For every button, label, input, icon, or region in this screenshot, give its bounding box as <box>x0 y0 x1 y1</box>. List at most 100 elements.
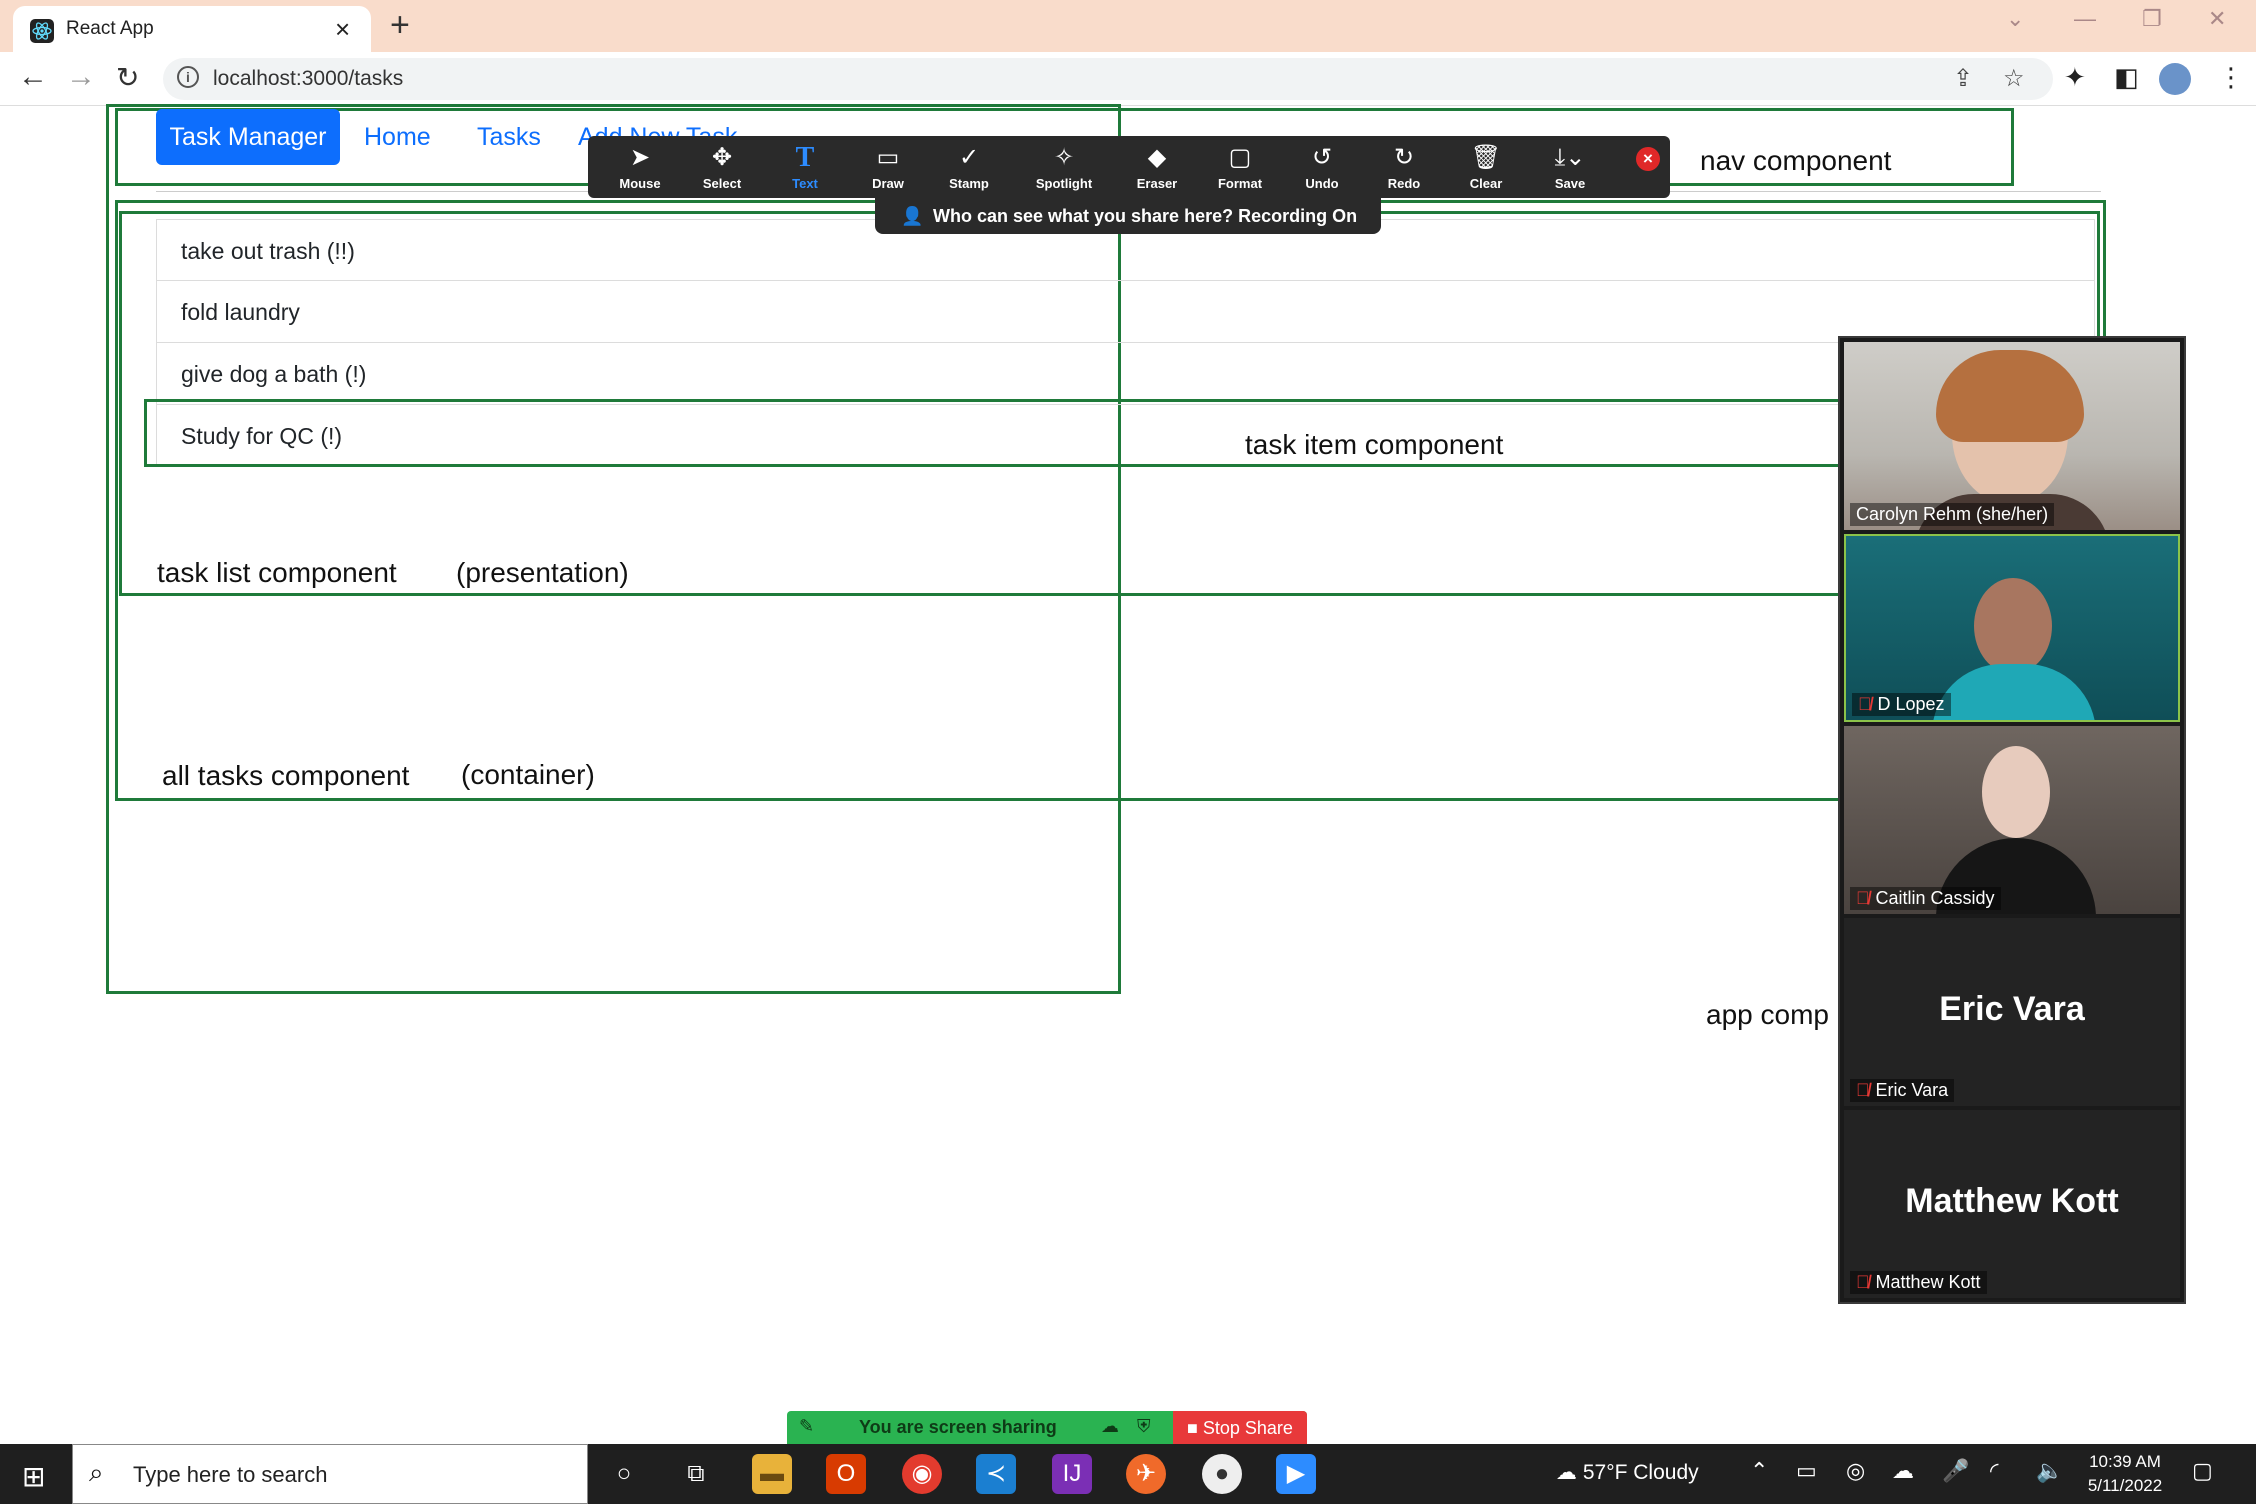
address-bar[interactable]: i localhost:3000/tasks ⇪ ☆ <box>163 58 2053 100</box>
format-icon: ▢ <box>1228 144 1252 171</box>
onedrive-icon[interactable]: ☁ <box>1892 1458 1914 1484</box>
cloud-recording-icon: ☁ <box>1101 1416 1119 1436</box>
notifications-icon[interactable]: ▢ <box>2192 1458 2213 1484</box>
reload-icon[interactable]: ↻ <box>116 61 139 94</box>
share-page-icon[interactable]: ⇪ <box>1953 64 1973 93</box>
annotation-all-tasks-component: all tasks component <box>162 760 410 791</box>
site-info-icon[interactable]: i <box>177 66 199 88</box>
back-icon[interactable]: ← <box>18 60 48 94</box>
participant-video-face <box>1974 578 2052 674</box>
github-desktop-icon[interactable]: ● <box>1202 1454 1242 1494</box>
new-tab-icon[interactable]: + <box>390 6 410 45</box>
cortana-icon[interactable]: ○ <box>604 1454 644 1494</box>
tool-select[interactable]: ✥ Select <box>682 144 762 191</box>
task-item[interactable]: give dog a bath (!) <box>156 343 2095 405</box>
close-annotate-icon[interactable]: × <box>1636 147 1660 171</box>
annotation-presentation: (presentation) <box>456 557 629 588</box>
intellij-icon[interactable]: IJ <box>1052 1454 1092 1494</box>
nav-link-home[interactable]: Home <box>364 123 431 152</box>
tool-undo[interactable]: ↺ Undo <box>1282 144 1362 191</box>
save-icon: ⤓⌄ <box>1554 144 1586 171</box>
profile-avatar[interactable] <box>2159 63 2191 95</box>
wifi-icon[interactable]: ◜ <box>1990 1458 1999 1484</box>
file-explorer-icon[interactable]: ▬ <box>752 1454 792 1494</box>
url-text[interactable]: localhost:3000/tasks <box>213 67 403 91</box>
browser-tab-bar: React App × + ⌄ — ❐ ✕ <box>0 0 2256 52</box>
avatar-tile[interactable]: Matthew Kott 🎙̸ Matthew Kott <box>1844 1110 2180 1298</box>
volume-icon[interactable]: 🔈 <box>2036 1458 2063 1484</box>
chrome-icon[interactable]: ◉ <box>902 1454 942 1494</box>
forward-icon[interactable]: → <box>66 60 96 94</box>
video-tile[interactable]: 🎙̸ Caitlin Cassidy <box>1844 726 2180 914</box>
muted-mic-icon: 🎙̸ <box>1856 1080 1870 1100</box>
postman-icon[interactable]: ✈ <box>1126 1454 1166 1494</box>
task-view-icon[interactable]: ⧉ <box>676 1454 716 1494</box>
avatar-tile[interactable]: Eric Vara 🎙̸ Eric Vara <box>1844 918 2180 1106</box>
office-icon[interactable]: O <box>826 1454 866 1494</box>
draw-rect-icon: ▭ <box>876 144 900 171</box>
video-tile[interactable]: Carolyn Rehm (she/her) <box>1844 342 2180 530</box>
weather-widget[interactable]: ☁ 57°F Cloudy <box>1556 1460 1699 1485</box>
browser-menu-icon[interactable]: ⋮ <box>2218 62 2244 93</box>
annotation-task-list-component: task list component <box>157 557 397 588</box>
participant-display-name: Eric Vara <box>1939 990 2085 1028</box>
microphone-icon[interactable]: 🎤 <box>1942 1458 1969 1484</box>
drag-handle-icon[interactable]: ✎ <box>799 1416 814 1437</box>
restore-icon[interactable]: ❐ <box>2142 6 2162 32</box>
nav-link-tasks[interactable]: Tasks <box>477 123 541 152</box>
participant-display-name: Matthew Kott <box>1905 1182 2119 1220</box>
tool-redo[interactable]: ↻ Redo <box>1364 144 1444 191</box>
clock-time: 10:39 AM <box>2089 1452 2161 1471</box>
participant-name: 🎙̸ Eric Vara <box>1850 1079 1955 1102</box>
side-panel-icon[interactable]: ◧ <box>2114 62 2139 93</box>
stop-share-button[interactable]: ■ Stop Share <box>1173 1411 1307 1445</box>
tab-search-icon[interactable]: ⌄ <box>2006 6 2024 32</box>
participant-video-body <box>1932 664 2096 720</box>
tab-close-icon[interactable]: × <box>335 14 350 45</box>
participant-name: Carolyn Rehm (she/her) <box>1850 503 2055 526</box>
tool-spotlight[interactable]: ✧ Spotlight <box>1024 144 1104 191</box>
tab-title: React App <box>66 18 154 39</box>
annotation-container: (container) <box>461 759 595 790</box>
undo-icon: ↺ <box>1311 144 1333 171</box>
mouse-pointer-icon: ➤ <box>629 144 651 171</box>
close-window-icon[interactable]: ✕ <box>2208 6 2226 32</box>
tool-clear[interactable]: 🗑 Clear <box>1446 144 1526 191</box>
muted-mic-icon: 🎙̸ <box>1856 1272 1870 1292</box>
muted-mic-icon: 🎙̸ <box>1858 694 1872 714</box>
battery-icon[interactable]: ▭ <box>1796 1458 1817 1484</box>
taskbar-search-box[interactable]: ⌕ Type here to search <box>72 1444 588 1504</box>
windows-taskbar: ⊞ ⌕ Type here to search ○ ⧉ ▬ O ◉ ≺ IJ ✈… <box>0 1444 2256 1504</box>
task-item-component-box <box>144 399 2109 467</box>
participant-video-hair <box>1936 350 2084 442</box>
share-visibility-notice[interactable]: 👤 Who can see what you share here? Recor… <box>875 198 1381 234</box>
tool-eraser[interactable]: ◆ Eraser <box>1117 144 1197 191</box>
redo-icon: ↻ <box>1393 144 1415 171</box>
vscode-icon[interactable]: ≺ <box>976 1454 1016 1494</box>
task-manager-brand[interactable]: Task Manager <box>156 109 340 165</box>
bookmark-star-icon[interactable]: ☆ <box>2003 64 2025 93</box>
checkmark-icon: ✓ <box>958 144 980 171</box>
tool-draw[interactable]: ▭ Draw <box>848 144 928 191</box>
tool-format[interactable]: ▢ Format <box>1200 144 1280 191</box>
video-tile-active-speaker[interactable]: 🎙̸ D Lopez <box>1844 534 2180 722</box>
tool-stamp[interactable]: ✓ Stamp <box>929 144 1009 191</box>
tool-text[interactable]: T Text <box>765 142 845 192</box>
screen-sharing-bar[interactable]: ✎ You are screen sharing ☁ ⛨ ■ Stop Shar… <box>787 1411 1307 1445</box>
browser-toolbar: ← → ↻ i localhost:3000/tasks ⇪ ☆ ✦ ◧ ⋮ <box>0 52 2256 106</box>
meet-now-icon[interactable]: ◎ <box>1846 1458 1865 1484</box>
tool-mouse[interactable]: ➤ Mouse <box>600 144 680 191</box>
windows-start-icon[interactable]: ⊞ <box>22 1460 45 1493</box>
taskbar-clock[interactable]: 10:39 AM 5/11/2022 <box>2070 1450 2180 1498</box>
tool-save[interactable]: ⤓⌄ Save <box>1530 144 1610 191</box>
annotation-task-item-component: task item component <box>1245 429 1504 460</box>
browser-tab[interactable]: React App × <box>13 6 371 52</box>
minimize-icon[interactable]: — <box>2074 6 2096 32</box>
extensions-icon[interactable]: ✦ <box>2064 62 2086 93</box>
participant-name: 🎙̸ Matthew Kott <box>1850 1271 1987 1294</box>
tray-overflow-icon[interactable]: ⌃ <box>1750 1458 1768 1484</box>
zoom-app-icon[interactable]: ▶ <box>1276 1454 1316 1494</box>
task-item[interactable]: fold laundry <box>156 281 2095 343</box>
text-icon: T <box>795 142 815 173</box>
search-icon: ⌕ <box>89 1457 104 1487</box>
